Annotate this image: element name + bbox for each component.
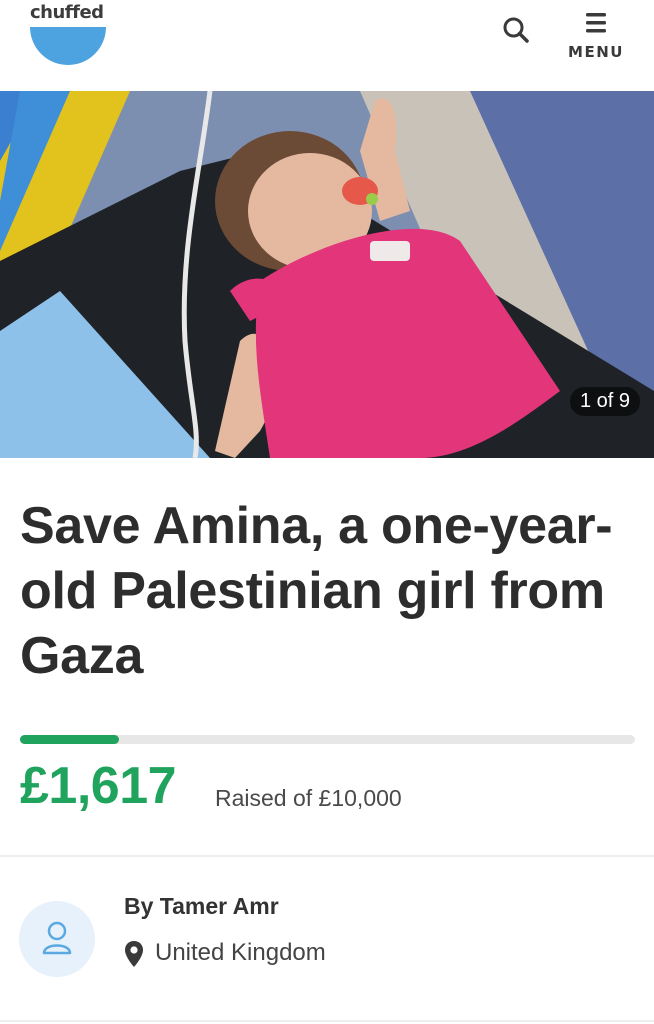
logo-bowl-icon	[30, 27, 106, 65]
progress-bar	[20, 735, 635, 744]
search-icon	[503, 17, 529, 43]
raised-amount: £1,617	[20, 757, 177, 815]
user-avatar-icon	[42, 921, 72, 955]
bottom-divider	[0, 1020, 654, 1022]
section-divider	[0, 855, 654, 857]
location-pin-icon	[125, 941, 143, 967]
organiser-location: United Kingdom	[155, 939, 326, 966]
campaign-photo-carousel[interactable]: 1 of 9	[0, 91, 654, 458]
logo-text: chuffed	[30, 2, 104, 23]
chuffed-logo[interactable]: chuffed	[24, 2, 110, 68]
photo-counter: 1 of 9	[569, 387, 640, 416]
hamburger-menu-icon	[586, 13, 606, 33]
site-header: chuffed MENU	[0, 0, 654, 91]
organiser-name[interactable]: By Tamer Amr	[124, 893, 279, 920]
search-button[interactable]	[500, 14, 534, 48]
avatar[interactable]	[19, 901, 95, 977]
raised-goal-text: Raised of £10,000	[215, 785, 402, 811]
campaign-photo	[0, 91, 654, 458]
menu-button[interactable]: MENU	[564, 10, 628, 66]
campaign-title: Save Amina, a one-year-old Palestinian g…	[20, 497, 613, 685]
progress-fill	[20, 735, 120, 744]
menu-label: MENU	[568, 43, 624, 61]
